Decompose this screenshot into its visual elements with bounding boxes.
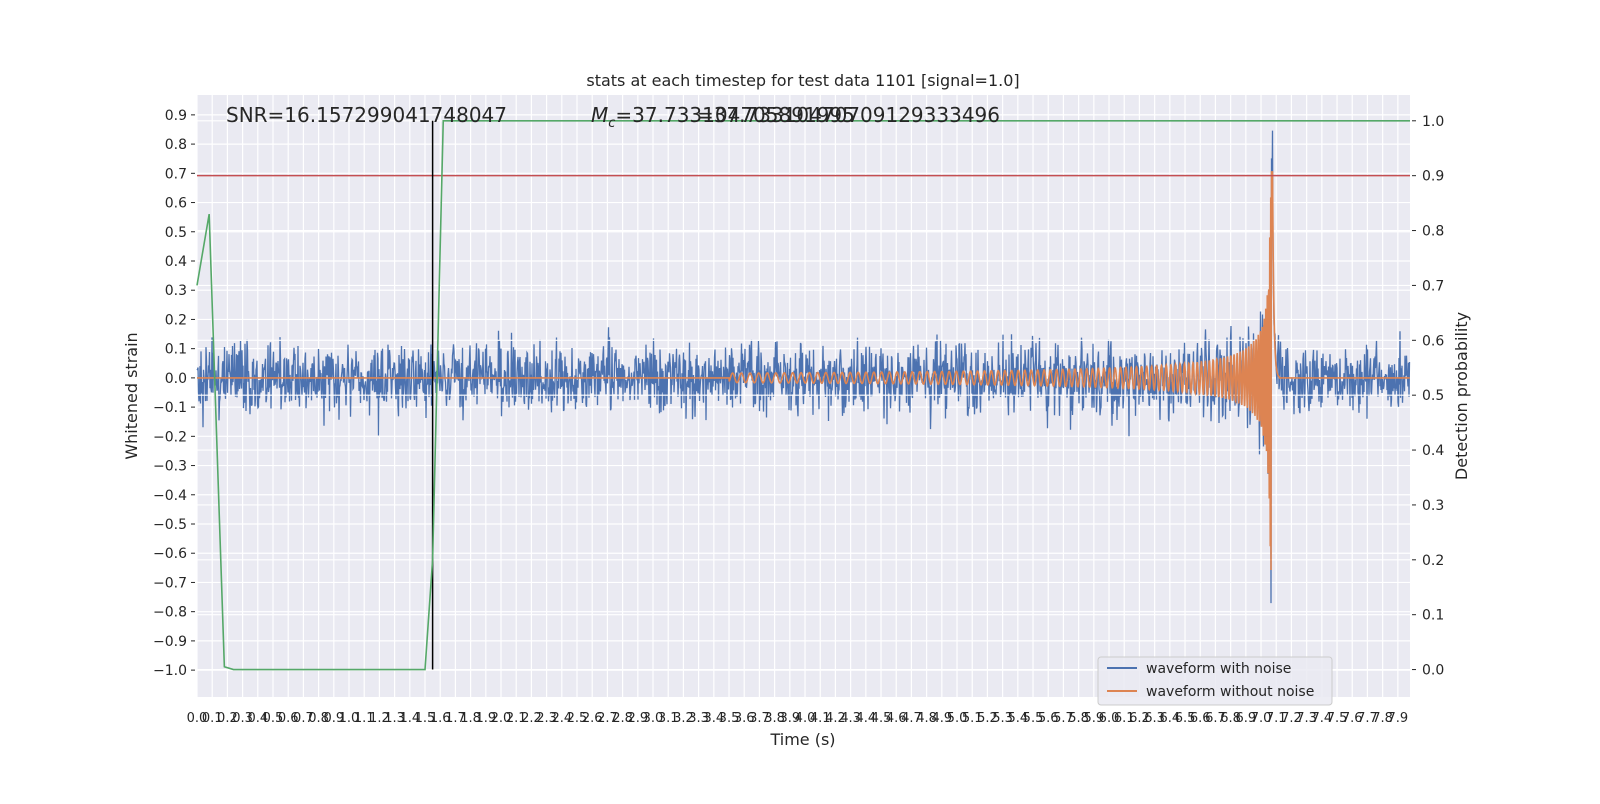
y-tick-label-right: 0.9 — [1422, 169, 1444, 185]
y-tick-label-right: 0.4 — [1422, 443, 1444, 459]
snr-annotation: SNR=16.157299041748047 — [226, 103, 507, 127]
mc-subscript: c — [608, 116, 615, 131]
y-tick-label-left: −0.2 — [153, 429, 187, 445]
y-tick-label-left: −1.0 — [153, 663, 187, 679]
mc-value-b: =37.73310470709129333496 — [697, 103, 1000, 127]
y-tick-label-right: 0.0 — [1422, 663, 1444, 679]
y-tick-label-left: −0.4 — [153, 488, 187, 504]
y-tick-label-right: 0.8 — [1422, 224, 1444, 240]
y-tick-label-left: −0.9 — [153, 634, 187, 650]
y-tick-label-left: −0.6 — [153, 546, 187, 562]
y-tick-label-left: 0.1 — [165, 342, 187, 358]
chart-svg: stats at each timestep for test data 110… — [122, 71, 1471, 749]
legend: waveform with noise waveform without noi… — [1097, 656, 1333, 706]
y-tick-label-left: 0.2 — [165, 312, 187, 328]
y-tick-label-right: 0.6 — [1422, 333, 1444, 349]
y-tick-label-left: −0.1 — [153, 400, 187, 416]
y-tick-label-left: 0.3 — [165, 283, 187, 299]
y-tick-label-left: −0.5 — [153, 517, 187, 533]
y-tick-label-left: 0.5 — [165, 225, 187, 241]
y-tick-label-left: −0.7 — [153, 575, 187, 591]
y-tick-label-left: −0.3 — [153, 459, 187, 475]
x-axis-label: Time (s) — [769, 730, 835, 749]
mc-annotation-b: =37.73310470709129333496 — [697, 103, 1000, 127]
y-tick-label-right: 0.3 — [1422, 498, 1444, 514]
y-axis-label-right: Detection probability — [1452, 312, 1471, 480]
y-tick-label-left: 0.6 — [165, 196, 187, 212]
y-axis-label-left: Whitened strain — [122, 332, 141, 459]
y-tick-label-right: 0.2 — [1422, 553, 1444, 569]
y-tick-label-left: 0.7 — [165, 166, 187, 182]
mc-symbol: M — [591, 103, 608, 127]
legend-label-noise: waveform with noise — [1146, 661, 1291, 677]
chart-figure: stats at each timestep for test data 110… — [0, 0, 1600, 800]
y-tick-label-right: 0.1 — [1422, 608, 1444, 624]
y-tick-label-right: 1.0 — [1422, 114, 1444, 130]
y-tick-label-left: 0.8 — [165, 137, 187, 153]
y-tick-label-left: 0.9 — [165, 108, 187, 124]
y-tick-label-right: 0.5 — [1422, 388, 1444, 404]
y-tick-label-left: −0.8 — [153, 605, 187, 621]
y-tick-label-left: 0.4 — [165, 254, 187, 270]
y-tick-label-left: 0.0 — [165, 371, 187, 387]
x-tick-label: 7.9 — [1387, 711, 1408, 726]
y-tick-label-right: 0.7 — [1422, 278, 1444, 294]
chart-title: stats at each timestep for test data 110… — [586, 71, 1019, 90]
legend-label-clean: waveform without noise — [1146, 684, 1314, 700]
